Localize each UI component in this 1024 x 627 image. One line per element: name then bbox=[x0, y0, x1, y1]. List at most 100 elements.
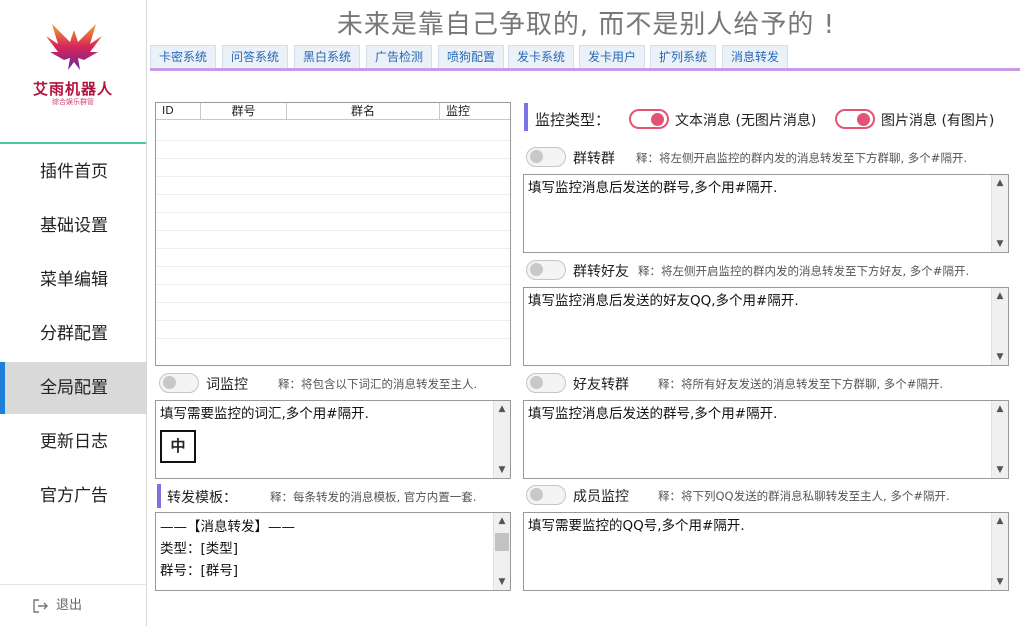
scrollbar-thumb[interactable] bbox=[495, 533, 509, 551]
member-monitor-placeholder: 填写需要监控的QQ号,多个用#隔开. bbox=[528, 518, 745, 534]
logo-title: 艾雨机器人 bbox=[32, 80, 113, 98]
friend-to-group-toggle[interactable] bbox=[526, 373, 566, 393]
table-row-divider bbox=[156, 338, 510, 339]
section-accent-bar bbox=[157, 484, 161, 508]
banner-slogan: 未来是靠自己争取的, 而不是别人给予的 ! bbox=[336, 10, 836, 40]
template-line: 群号：[群号] bbox=[160, 563, 239, 579]
section-accent-bar bbox=[524, 103, 528, 131]
sidebar-item-basic-settings[interactable]: 基础设置 bbox=[0, 200, 146, 252]
friend-to-group-label: 好友转群 bbox=[573, 377, 629, 393]
group-to-group-textarea[interactable]: 填写监控消息后发送的群号,多个用#隔开. ▲ ▼ bbox=[523, 174, 1009, 253]
scroll-down-icon[interactable]: ▼ bbox=[992, 236, 1008, 252]
table-row-divider bbox=[156, 284, 510, 285]
sidebar-item-official-ads[interactable]: 官方广告 bbox=[0, 470, 146, 522]
table-header: ID 群号 群名 监控 bbox=[156, 103, 510, 120]
word-monitor-note: 释：将包含以下词汇的消息转发至主人. bbox=[278, 377, 478, 391]
member-monitor-note: 释：将下列QQ发送的群消息私聊转发至主人, 多个#隔开. bbox=[658, 489, 950, 503]
column-header-id[interactable]: ID bbox=[156, 103, 201, 120]
scrollbar[interactable]: ▲ ▼ bbox=[493, 401, 510, 478]
forward-template-note: 释：每条转发的消息模板, 官方内置一套. bbox=[270, 490, 477, 504]
word-monitor-toggle[interactable] bbox=[159, 373, 199, 393]
sidebar-item-menu-edit[interactable]: 菜单编辑 bbox=[0, 254, 146, 306]
scrollbar[interactable]: ▲ ▼ bbox=[991, 401, 1008, 478]
scroll-down-icon[interactable]: ▼ bbox=[992, 574, 1008, 590]
group-to-friend-note: 释：将左侧开启监控的群内发的消息转发至下方好友, 多个#隔开. bbox=[638, 264, 970, 278]
word-monitor-label: 词监控 bbox=[206, 377, 248, 393]
friend-to-group-textarea[interactable]: 填写监控消息后发送的群号,多个用#隔开. ▲ ▼ bbox=[523, 400, 1009, 479]
friend-to-group-note: 释：将所有好友发送的消息转发至下方群聊, 多个#隔开. bbox=[658, 377, 944, 391]
member-monitor-toggle[interactable] bbox=[526, 485, 566, 505]
logo-subtitle: 综合娱乐群管 bbox=[52, 98, 94, 106]
tab-qa-system[interactable]: 问答系统 bbox=[222, 45, 289, 68]
table-row-divider bbox=[156, 194, 510, 195]
scrollbar[interactable]: ▲ ▼ bbox=[991, 513, 1008, 590]
text-message-label: 文本消息 (无图片消息) bbox=[675, 113, 817, 129]
sidebar-item-global-config[interactable]: 全局配置 bbox=[0, 362, 146, 414]
friend-to-group-placeholder: 填写监控消息后发送的群号,多个用#隔开. bbox=[528, 406, 778, 422]
tab-bar: 卡密系统 问答系统 黑白系统 广告检测 喷狗配置 发卡系统 发卡用户 扩列系统 … bbox=[150, 45, 1020, 71]
column-header-group-name[interactable]: 群名 bbox=[287, 103, 440, 120]
phoenix-logo-icon bbox=[46, 24, 102, 70]
logout-label: 退出 bbox=[56, 598, 83, 613]
tab-message-forward[interactable]: 消息转发 bbox=[722, 45, 789, 68]
column-header-monitor[interactable]: 监控 bbox=[440, 103, 510, 120]
tab-expand-list-system[interactable]: 扩列系统 bbox=[650, 45, 717, 68]
table-row-divider bbox=[156, 230, 510, 231]
word-monitor-placeholder: 填写需要监控的词汇,多个用#隔开. bbox=[160, 406, 369, 422]
tab-spray-config[interactable]: 喷狗配置 bbox=[438, 45, 505, 68]
tab-card-key-system[interactable]: 卡密系统 bbox=[150, 45, 217, 68]
group-to-group-toggle[interactable] bbox=[526, 147, 566, 167]
scroll-up-icon[interactable]: ▲ bbox=[992, 513, 1008, 529]
logout-icon bbox=[33, 599, 48, 613]
scrollbar[interactable]: ▲ ▼ bbox=[493, 513, 510, 590]
image-message-toggle[interactable] bbox=[835, 109, 875, 129]
logout-button[interactable]: 退出 bbox=[0, 584, 146, 626]
scroll-up-icon[interactable]: ▲ bbox=[992, 401, 1008, 417]
scroll-down-icon[interactable]: ▼ bbox=[494, 574, 510, 590]
sidebar-item-group-config[interactable]: 分群配置 bbox=[0, 308, 146, 360]
text-message-toggle[interactable] bbox=[629, 109, 669, 129]
sidebar-item-update-log[interactable]: 更新日志 bbox=[0, 416, 146, 468]
group-to-group-label: 群转群 bbox=[573, 151, 615, 167]
forward-template-content: ——【消息转发】—— 类型：[类型] 群号：[群号] bbox=[160, 516, 295, 582]
template-line: ——【消息转发】—— bbox=[160, 519, 295, 535]
table-row-divider bbox=[156, 158, 510, 159]
member-monitor-textarea[interactable]: 填写需要监控的QQ号,多个用#隔开. ▲ ▼ bbox=[523, 512, 1009, 591]
scrollbar[interactable]: ▲ ▼ bbox=[991, 175, 1008, 252]
group-list-table[interactable]: ID 群号 群名 监控 bbox=[155, 102, 511, 366]
tab-card-issue-system[interactable]: 发卡系统 bbox=[508, 45, 575, 68]
group-to-group-placeholder: 填写监控消息后发送的群号,多个用#隔开. bbox=[528, 180, 778, 196]
monitor-type-label: 监控类型： bbox=[535, 111, 611, 129]
scroll-up-icon[interactable]: ▲ bbox=[992, 175, 1008, 191]
table-row-divider bbox=[156, 302, 510, 303]
scroll-down-icon[interactable]: ▼ bbox=[992, 349, 1008, 365]
scroll-down-icon[interactable]: ▼ bbox=[494, 462, 510, 478]
scroll-down-icon[interactable]: ▼ bbox=[992, 462, 1008, 478]
tab-black-white-system[interactable]: 黑白系统 bbox=[294, 45, 361, 68]
scrollbar[interactable]: ▲ ▼ bbox=[991, 288, 1008, 365]
sidebar-item-plugin-home[interactable]: 插件首页 bbox=[0, 146, 146, 198]
member-monitor-label: 成员监控 bbox=[573, 489, 629, 505]
group-to-friend-textarea[interactable]: 填写监控消息后发送的好友QQ,多个用#隔开. ▲ ▼ bbox=[523, 287, 1009, 366]
scroll-up-icon[interactable]: ▲ bbox=[494, 513, 510, 529]
table-row-divider bbox=[156, 212, 510, 213]
table-row-divider bbox=[156, 140, 510, 141]
forward-template-textarea[interactable]: ——【消息转发】—— 类型：[类型] 群号：[群号] ▲ ▼ bbox=[155, 512, 511, 591]
logo: 艾雨机器人 综合娱乐群管 bbox=[0, 0, 146, 144]
sidebar: 艾雨机器人 综合娱乐群管 插件首页 基础设置 菜单编辑 分群配置 全局配置 更新… bbox=[0, 0, 147, 626]
word-monitor-textarea[interactable]: 填写需要监控的词汇,多个用#隔开. ▲ ▼ bbox=[155, 400, 511, 479]
template-line: 类型：[类型] bbox=[160, 541, 239, 557]
tab-card-issue-users[interactable]: 发卡用户 bbox=[579, 45, 646, 68]
column-header-group-number[interactable]: 群号 bbox=[201, 103, 287, 120]
table-row-divider bbox=[156, 320, 510, 321]
forward-template-label: 转发模板： bbox=[167, 490, 237, 506]
table-row-divider bbox=[156, 248, 510, 249]
scroll-up-icon[interactable]: ▲ bbox=[992, 288, 1008, 304]
scroll-up-icon[interactable]: ▲ bbox=[494, 401, 510, 417]
table-row-divider bbox=[156, 176, 510, 177]
group-to-friend-placeholder: 填写监控消息后发送的好友QQ,多个用#隔开. bbox=[528, 293, 799, 309]
ime-chinese-mode-indicator[interactable]: 中 bbox=[160, 430, 196, 463]
group-to-friend-toggle[interactable] bbox=[526, 260, 566, 280]
tab-ad-detection[interactable]: 广告检测 bbox=[366, 45, 433, 68]
image-message-label: 图片消息 (有图片) bbox=[881, 113, 995, 129]
